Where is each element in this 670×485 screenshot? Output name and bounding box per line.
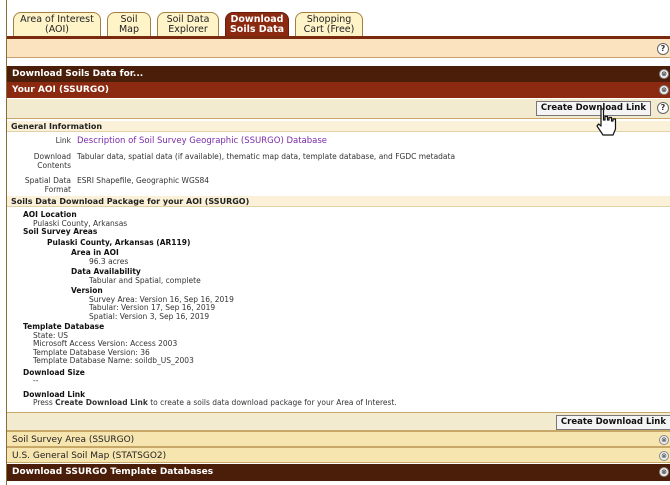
link-row: Link Description of Soil Survey Geograph…: [7, 135, 670, 147]
download-size-label: Download Size: [23, 367, 85, 377]
section-download-for[interactable]: Download Soils Data for... ⊗: [7, 66, 670, 82]
data-availability-value: Tabular and Spatial, complete: [89, 275, 201, 285]
format-value: ESRI Shapefile, Geographic WGS84: [77, 176, 210, 185]
download-contents-row: Download Contents Tabular data, spatial …: [7, 152, 670, 172]
format-label-1: Spatial Data: [24, 176, 71, 185]
tab-soil-map[interactable]: Soil Map: [107, 12, 151, 36]
section-template-databases[interactable]: Download SSURGO Template Databases ⊗: [7, 464, 670, 481]
tab-label-line2: Explorer: [168, 24, 208, 35]
help-icon[interactable]: ?: [657, 102, 669, 114]
help-icon[interactable]: ?: [657, 43, 669, 55]
instructions-button-ref: Create Download Link: [55, 398, 148, 407]
instructions-pre: Press: [33, 398, 56, 407]
aoi-location-value: Pulaski County, Arkansas: [33, 218, 128, 228]
download-size-value: --: [33, 376, 39, 385]
soil-survey-areas-label: Soil Survey Areas: [23, 227, 98, 236]
general-information-header: General Information: [7, 121, 670, 132]
description-link[interactable]: Description of Soil Survey Geographic (S…: [77, 135, 327, 147]
tab-soil-data-explorer[interactable]: Soil Data Explorer: [157, 12, 219, 36]
template-name: Template Database Name: soildb_US_2003: [33, 356, 194, 365]
tab-label-line2: Cart (Free): [303, 24, 355, 35]
download-link-instructions: Press Create Download Link to create a s…: [9, 398, 649, 408]
create-link-bar-bottom: Create Download Link: [7, 412, 670, 431]
section-title: Download SSURGO Template Databases: [12, 467, 214, 477]
tab-shopping-cart[interactable]: Shopping Cart (Free): [295, 12, 363, 36]
data-availability-label: Data Availability: [71, 267, 141, 276]
area-in-aoi-label: Area in AOI: [71, 248, 119, 257]
template-database-label: Template Database: [23, 322, 105, 331]
download-link-label: Download Link: [23, 389, 86, 399]
create-link-bar-top: Create Download Link ?: [7, 99, 670, 119]
collapse-icon[interactable]: ⊗: [659, 467, 669, 477]
tab-download-soils-data[interactable]: Download Soils Data: [225, 12, 289, 36]
instructions-post: to create a soils data download package …: [147, 398, 397, 407]
area-in-aoi-value: 96.3 acres: [89, 256, 129, 266]
collapse-icon[interactable]: ⊗: [659, 435, 669, 445]
package-details: AOI Location Pulaski County, Arkansas So…: [9, 210, 649, 408]
survey-area-name: Pulaski County, Arkansas (AR119): [47, 237, 191, 247]
soils-panel: Area of Interest (AOI) Soil Map Soil Dat…: [6, 0, 670, 485]
section-title: Download Soils Data for...: [12, 69, 144, 79]
contents-label-2: Contents: [37, 161, 71, 170]
create-download-link-button-bottom[interactable]: Create Download Link: [555, 415, 670, 430]
section-general-soil-map[interactable]: U.S. General Soil Map (STATSGO2) ⊗: [7, 447, 670, 463]
tab-bar: Area of Interest (AOI) Soil Map Soil Dat…: [7, 0, 670, 36]
section-title: Your AOI (SSURGO): [12, 85, 110, 95]
tab-label-line2: Soils Data: [229, 24, 285, 35]
collapse-icon[interactable]: ⊗: [659, 85, 669, 95]
version-spatial: Spatial: Version 3, Sep 16, 2019: [89, 311, 210, 321]
format-label-2: Format: [44, 185, 71, 194]
contents-label-1: Download: [33, 152, 71, 161]
collapse-icon[interactable]: ⊗: [659, 69, 669, 79]
spatial-format-row: Spatial Data Format ESRI Shapefile, Geog…: [7, 176, 670, 196]
tab-area-of-interest[interactable]: Area of Interest (AOI): [13, 12, 101, 36]
contents-value: Tabular data, spatial data (if available…: [77, 152, 456, 161]
hand-cursor-icon: [596, 108, 617, 136]
section-title: U.S. General Soil Map (STATSGO2): [12, 451, 167, 461]
section-your-aoi[interactable]: Your AOI (SSURGO) ⊗: [7, 82, 670, 98]
top-toolbar: ?: [7, 36, 670, 58]
link-label: Link: [55, 136, 71, 145]
tab-label-line2: (AOI): [44, 24, 70, 35]
collapse-icon[interactable]: ⊗: [659, 451, 669, 461]
tab-label-line2: Map: [118, 24, 140, 35]
version-label: Version: [71, 286, 103, 295]
section-title: Soil Survey Area (SSURGO): [12, 435, 135, 445]
package-header: Soils Data Download Package for your AOI…: [7, 196, 670, 207]
section-soil-survey-area[interactable]: Soil Survey Area (SSURGO) ⊗: [7, 431, 670, 447]
